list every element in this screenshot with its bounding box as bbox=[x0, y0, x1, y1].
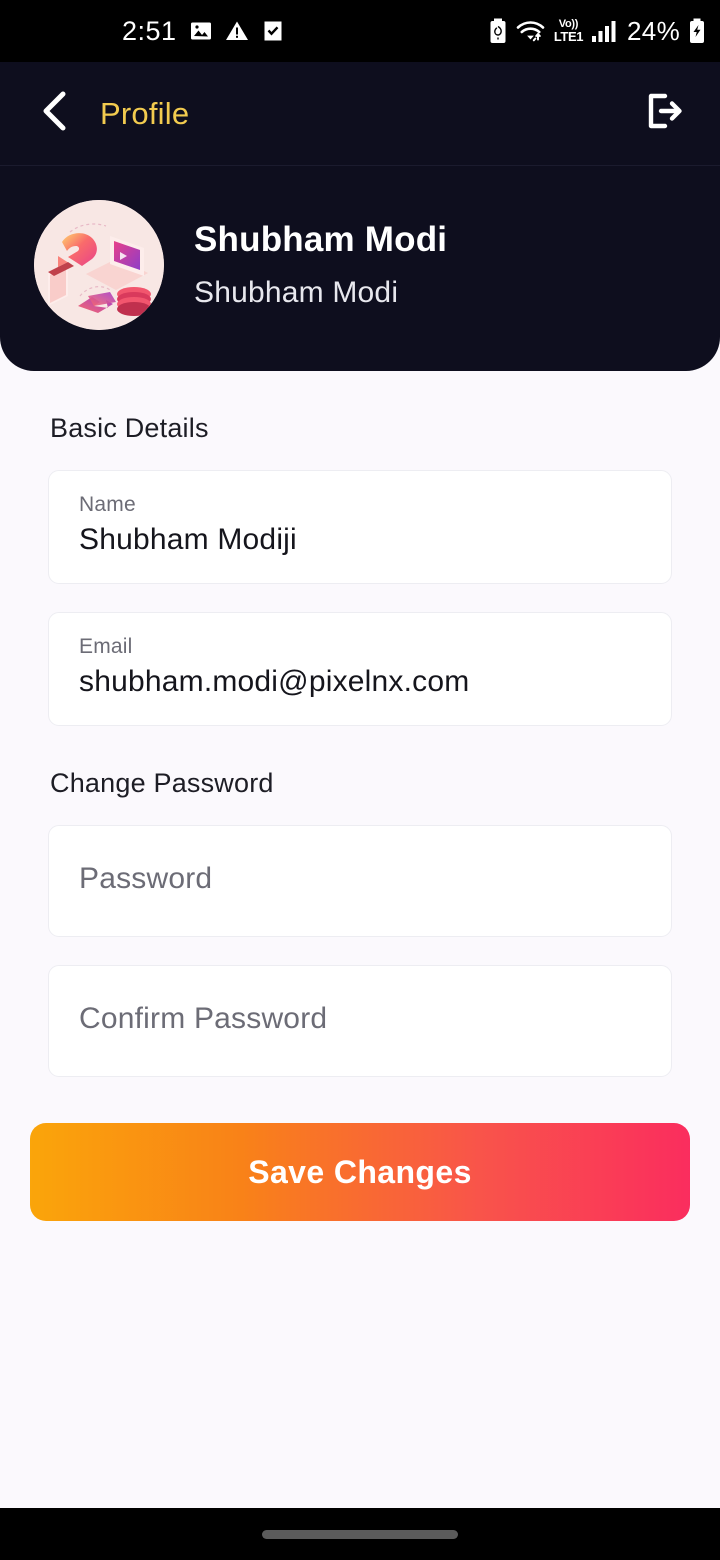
page-title: Profile bbox=[100, 95, 190, 131]
chevron-left-icon bbox=[38, 90, 72, 137]
warning-triangle-icon bbox=[225, 19, 249, 43]
email-field[interactable]: Email shubham.modi@pixelnx.com bbox=[48, 612, 672, 726]
logout-icon bbox=[643, 90, 685, 137]
battery-percent-label: 24% bbox=[627, 15, 680, 46]
profile-text: Shubham Modi Shubham Modi bbox=[194, 220, 447, 310]
status-bar: 2:51 Vo)) LTE1 24% bbox=[0, 0, 720, 62]
password-field-placeholder: Password bbox=[79, 862, 213, 895]
app-bar: Profile bbox=[0, 62, 720, 166]
task-checkbox-icon bbox=[261, 19, 285, 43]
phone-screen: 2:51 Vo)) LTE1 24% Profile Shubham Modi … bbox=[0, 0, 720, 1560]
confirm-password-field-placeholder: Confirm Password bbox=[79, 1002, 328, 1035]
profile-name: Shubham Modi bbox=[194, 219, 448, 259]
name-field-value: Shubham Modiji bbox=[79, 523, 297, 556]
save-button-container: Save Changes bbox=[0, 1105, 720, 1221]
status-bar-clock: 2:51 bbox=[122, 15, 177, 46]
home-indicator[interactable] bbox=[262, 1529, 458, 1539]
profile-card: Shubham Modi Shubham Modi bbox=[0, 166, 720, 371]
battery-charging-icon bbox=[688, 18, 706, 44]
status-bar-left: 2:51 bbox=[0, 16, 285, 47]
basic-details-heading: Basic Details bbox=[50, 413, 209, 443]
confirm-password-field[interactable]: Confirm Password bbox=[48, 965, 672, 1077]
volte-icon: Vo)) LTE1 bbox=[553, 19, 584, 44]
logout-button[interactable] bbox=[636, 86, 692, 142]
wifi-icon bbox=[516, 18, 546, 44]
name-field-label: Name bbox=[79, 493, 136, 516]
volte-label-bottom: LTE1 bbox=[553, 29, 584, 44]
profile-subtitle: Shubham Modi bbox=[194, 275, 399, 309]
change-password-heading: Change Password bbox=[50, 768, 274, 798]
image-icon bbox=[189, 19, 213, 43]
email-field-value: shubham.modi@pixelnx.com bbox=[79, 665, 470, 698]
signal-bars-icon bbox=[591, 18, 619, 44]
status-bar-right: Vo)) LTE1 24% bbox=[488, 16, 706, 47]
system-nav-bar bbox=[0, 1508, 720, 1560]
name-field[interactable]: Name Shubham Modiji bbox=[48, 470, 672, 584]
email-field-label: Email bbox=[79, 635, 133, 658]
password-field[interactable]: Password bbox=[48, 825, 672, 937]
profile-form: Basic Details Name Shubham Modiji Email … bbox=[0, 413, 720, 1077]
save-changes-button[interactable]: Save Changes bbox=[30, 1123, 690, 1221]
battery-saver-icon bbox=[488, 18, 508, 44]
avatar[interactable] bbox=[34, 199, 164, 330]
back-button[interactable] bbox=[28, 87, 82, 141]
